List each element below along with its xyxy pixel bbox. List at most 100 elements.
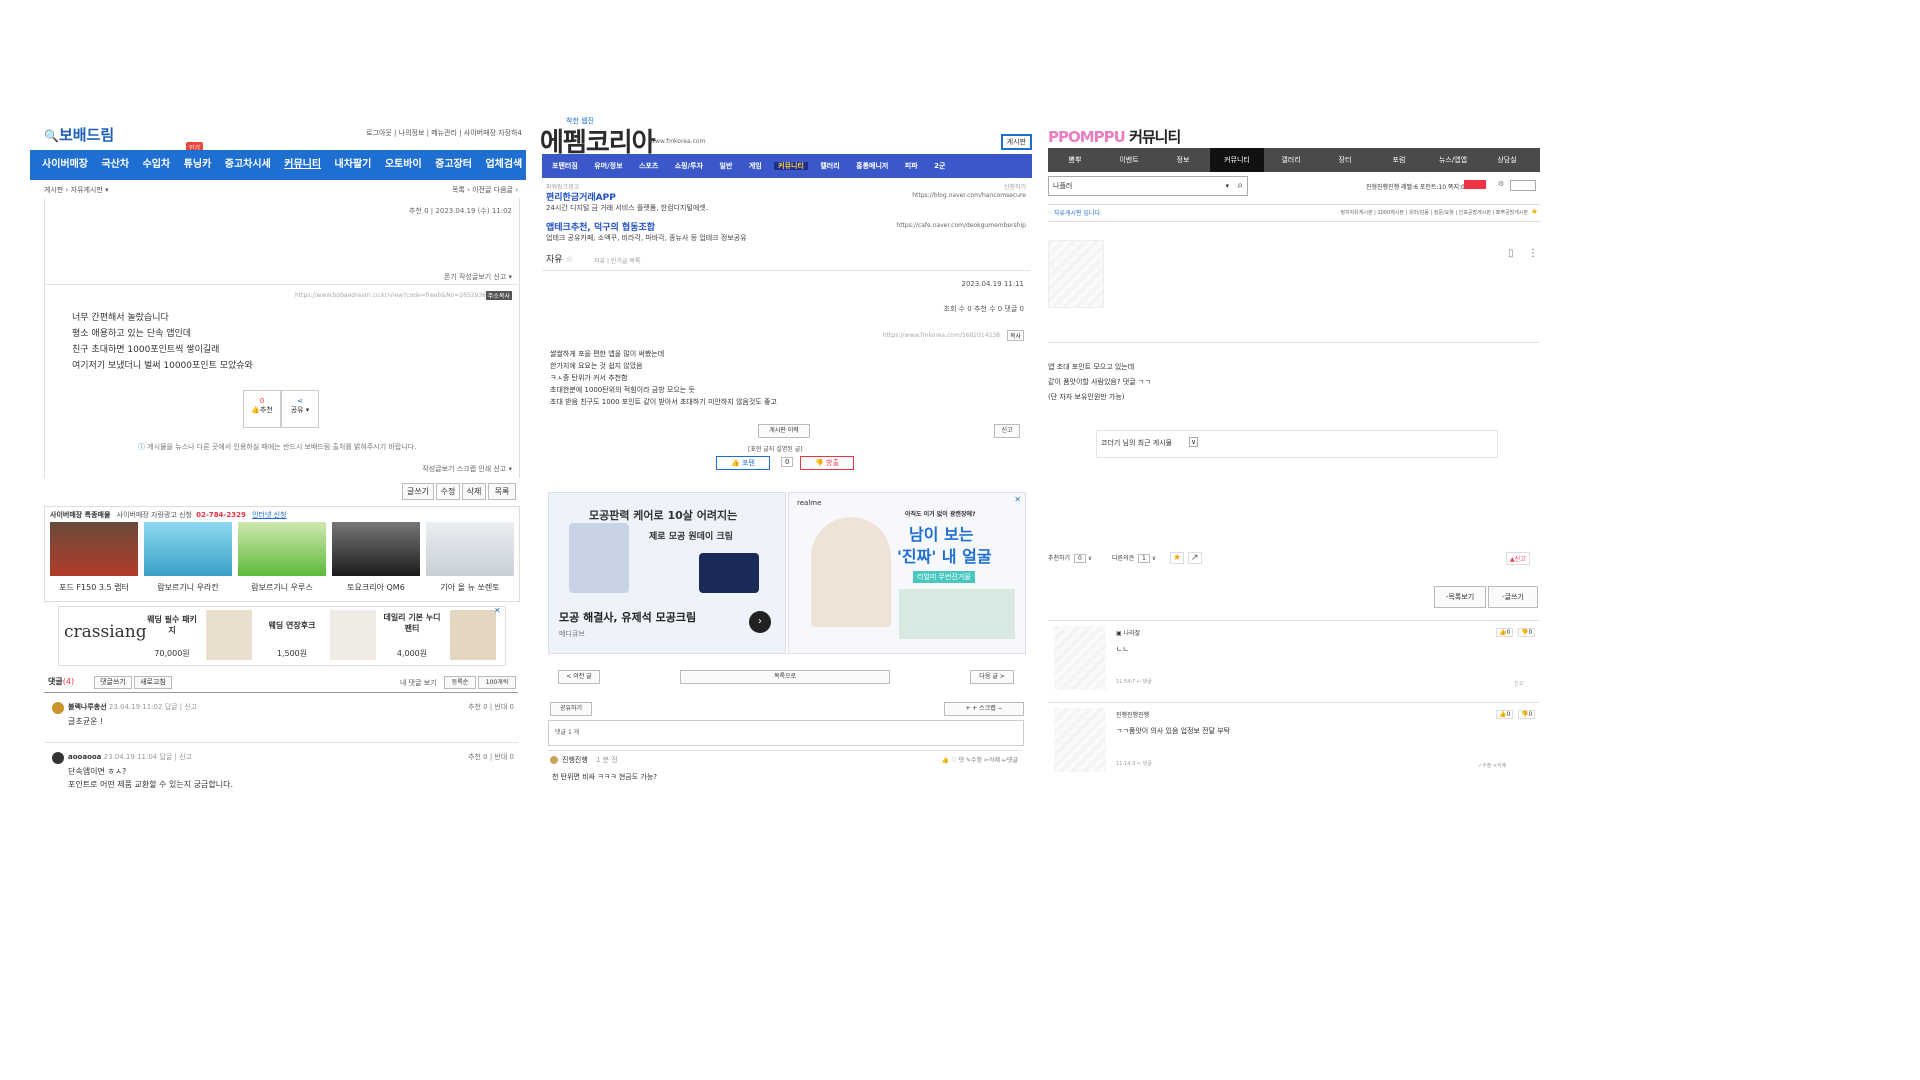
comment-vote[interactable]: 추천 0 | 반대 0 [468, 752, 514, 762]
notice-links[interactable]: 정치자유게시판 | 1000게시판 | 유머/감동 | 질문/요청 | 인포공방… [1340, 209, 1528, 216]
prev-post-button[interactable]: < 이전 글 [558, 670, 600, 684]
car-thumbnail[interactable] [238, 522, 326, 576]
nav-item[interactable]: 유머/정보 [594, 162, 622, 170]
board-tools[interactable]: 자유 | 인기글 목록 [594, 256, 640, 265]
nav-item[interactable]: 내차팔기 [335, 150, 372, 180]
comment-write-button[interactable]: 댓글쓰기 [94, 676, 132, 689]
vote-down-button[interactable]: 👎 방출 [800, 456, 854, 470]
board-button[interactable]: 게시판 [1000, 134, 1032, 150]
list-button[interactable]: 목록 [488, 483, 516, 500]
top-link-myinfo[interactable]: 나의정보 [399, 129, 425, 137]
share-button[interactable]: ⋖ 공유 ▾ [281, 390, 319, 428]
share-icon[interactable]: ↗ [1188, 552, 1202, 564]
nav-item[interactable]: 오토바이 [385, 150, 422, 180]
comment-vote[interactable]: 추천 0 | 반대 0 [468, 702, 514, 712]
nav-item[interactable]: 스포츠 [639, 162, 658, 170]
gear-icon[interactable]: ⚙ [1498, 180, 1504, 188]
nav-item[interactable]: 게임 [749, 162, 762, 170]
comment-author[interactable]: 블랙나루총선 [68, 703, 107, 711]
nav-item[interactable]: 포럼 [1372, 148, 1426, 172]
copy-url-button[interactable]: 주소복사 [485, 291, 512, 300]
comment-refresh-button[interactable]: 새로고침 [134, 676, 172, 689]
ad-banner-2[interactable]: realme ✕ 아직도 이거 없이 광캔장에? 남이 보는 '진짜' 내 얼굴… [788, 492, 1026, 654]
ad-banner-1[interactable]: 모공판력 케어로 10살 어려지는 제로 모공 원데이 크림 모공 해결사, 유… [548, 492, 786, 654]
delete-button[interactable]: 삭제 [462, 483, 486, 500]
comment-author[interactable]: 진행진행 [562, 756, 588, 764]
nav-item[interactable]: 중고차시세 [225, 150, 271, 180]
nav-item[interactable]: 2군 [934, 162, 945, 170]
nav-item[interactable]: 튜닝카 [184, 150, 212, 180]
ad-link-1[interactable]: 편리한금거래APP 24시간 디지털 금 거래 서비스 플랫폼, 한컴디지털에셋… [546, 190, 1026, 213]
car-thumbnail[interactable] [426, 522, 514, 576]
share-button[interactable]: 공유하기 [550, 702, 592, 716]
ad-close-icon[interactable]: ✕ [494, 606, 501, 615]
board-history-button[interactable]: 게시판 이력 [758, 424, 810, 438]
comment-action[interactable]: ✓수정 ✕삭제 [1478, 762, 1506, 769]
nav-item[interactable]: 갤러리 [1264, 148, 1318, 172]
list-button[interactable]: -목록보기 [1434, 586, 1486, 608]
nav-item[interactable]: 이벤트 [1102, 148, 1156, 172]
shop-apply-link[interactable]: 인터넷 신청 [252, 511, 286, 519]
notification-badge[interactable] [1464, 180, 1486, 189]
document-icon[interactable]: ▯ [1508, 248, 1514, 259]
comment-meta[interactable]: 23.04.19 11:02 답글 | 신고 [109, 703, 197, 711]
comment-meta[interactable]: 23.04.19 11:04 답글 | 신고 [104, 753, 192, 761]
nav-item[interactable]: 국산차 [101, 150, 129, 180]
ad-close-icon[interactable]: ✕ [1014, 495, 1021, 504]
comment-down-button[interactable]: 👎0 [1518, 710, 1536, 719]
nav-item-community[interactable]: 커뮤니티 [774, 162, 808, 170]
comment-count-select[interactable]: 100개씩 [478, 676, 516, 689]
nav-item[interactable]: 홍통매니저 [856, 162, 888, 170]
back-to-list-button[interactable]: 목록으로 [680, 670, 890, 684]
nav-item[interactable]: 일반 [720, 162, 733, 170]
comment-up-button[interactable]: 👍0 [1496, 710, 1514, 719]
recent-posts-box[interactable]: 코더기 님의 최근 게시물 ∨ [1096, 430, 1498, 458]
nav-item[interactable]: 업체검색 [485, 150, 522, 180]
comment-meta[interactable]: 11:54:7 ↩ 댓글 [1116, 678, 1152, 685]
next-post-button[interactable]: 다음 글 > [970, 670, 1014, 684]
comment-author[interactable]: 진행진행진행 [1116, 710, 1149, 719]
nav-item[interactable]: 장터 [1318, 148, 1372, 172]
post-tools-top[interactable]: 폰기 작성글보기 신고 ▾ [444, 272, 512, 282]
recommend-button[interactable]: 0 👍추천 [243, 390, 281, 428]
scrap-controls[interactable]: + + 스크랩 − [944, 702, 1024, 716]
top-link-menu[interactable]: 메뉴관리 [431, 129, 457, 137]
nav-item[interactable]: 쇼핑/투자 [675, 162, 703, 170]
comment-down-button[interactable]: 👎0 [1518, 628, 1536, 637]
nav-item[interactable]: 뉴스/앱앱 [1426, 148, 1480, 172]
my-comments-link[interactable]: 내 댓글 보기 [400, 678, 437, 688]
search-input[interactable]: 나플러 ⌕ ▾ [1048, 176, 1248, 196]
more-icon[interactable]: ⋮ [1528, 248, 1538, 259]
crumb-board[interactable]: 게시판 [44, 186, 63, 194]
chevron-down-icon[interactable]: ▾ [1225, 177, 1229, 195]
star-icon[interactable]: ☆ [565, 255, 573, 265]
star-icon[interactable]: ★ [1170, 552, 1185, 564]
nav-item[interactable]: 중고장터 [435, 150, 472, 180]
nav-item[interactable]: 피파 [905, 162, 918, 170]
ad-link-2[interactable]: 앱테크추천, 덕구의 협동조합 업테크 공유카페, 소액꾸, 비라각, 파바각,… [546, 220, 1026, 243]
nav-item[interactable]: 뽐뿌 [1048, 148, 1102, 172]
arrow-right-icon[interactable]: › [749, 611, 771, 633]
crumb-free[interactable]: 자유게시판 ▾ [71, 186, 109, 194]
recommend-button[interactable]: 추천하기 0 ∨ [1048, 552, 1092, 566]
comment-meta[interactable]: 11:14:3 ↩ 댓글 [1116, 760, 1152, 767]
opinion-button[interactable]: 다른의견 1 ∨ [1112, 552, 1156, 566]
nav-item-community[interactable]: 커뮤니티 [284, 150, 321, 180]
nav-item[interactable]: 포텐터짐 [552, 162, 578, 170]
report-button[interactable]: 신고 [994, 424, 1020, 438]
car-thumbnail[interactable] [144, 522, 232, 576]
comment-tools[interactable]: 👍 ♡ 댓 ✎수정 ✂삭제 ↩댓글 [942, 755, 1018, 764]
bobae-logo[interactable]: 🔍보배드림 [44, 124, 114, 145]
vote-up-button[interactable]: 👍 포텐 [716, 456, 770, 470]
search-icon[interactable]: ⌕ [1237, 177, 1243, 195]
edit-button[interactable]: 수정 [436, 483, 460, 500]
car-thumbnail[interactable] [50, 522, 138, 576]
comment-action[interactable]: 신고 [1514, 680, 1523, 687]
top-link-shop[interactable]: 사이버매장 자장하4 [464, 129, 522, 137]
copy-url-button[interactable]: 복사 [1006, 330, 1024, 341]
report-button[interactable]: ▲신고 [1506, 552, 1530, 565]
chevron-down-icon[interactable]: ∨ [1189, 437, 1199, 447]
car-caption[interactable]: 기아 올 뉴 쏘렌토 [415, 582, 525, 593]
star-icon[interactable]: ★ [1531, 207, 1538, 216]
nav-item[interactable]: 캘러리 [820, 162, 839, 170]
